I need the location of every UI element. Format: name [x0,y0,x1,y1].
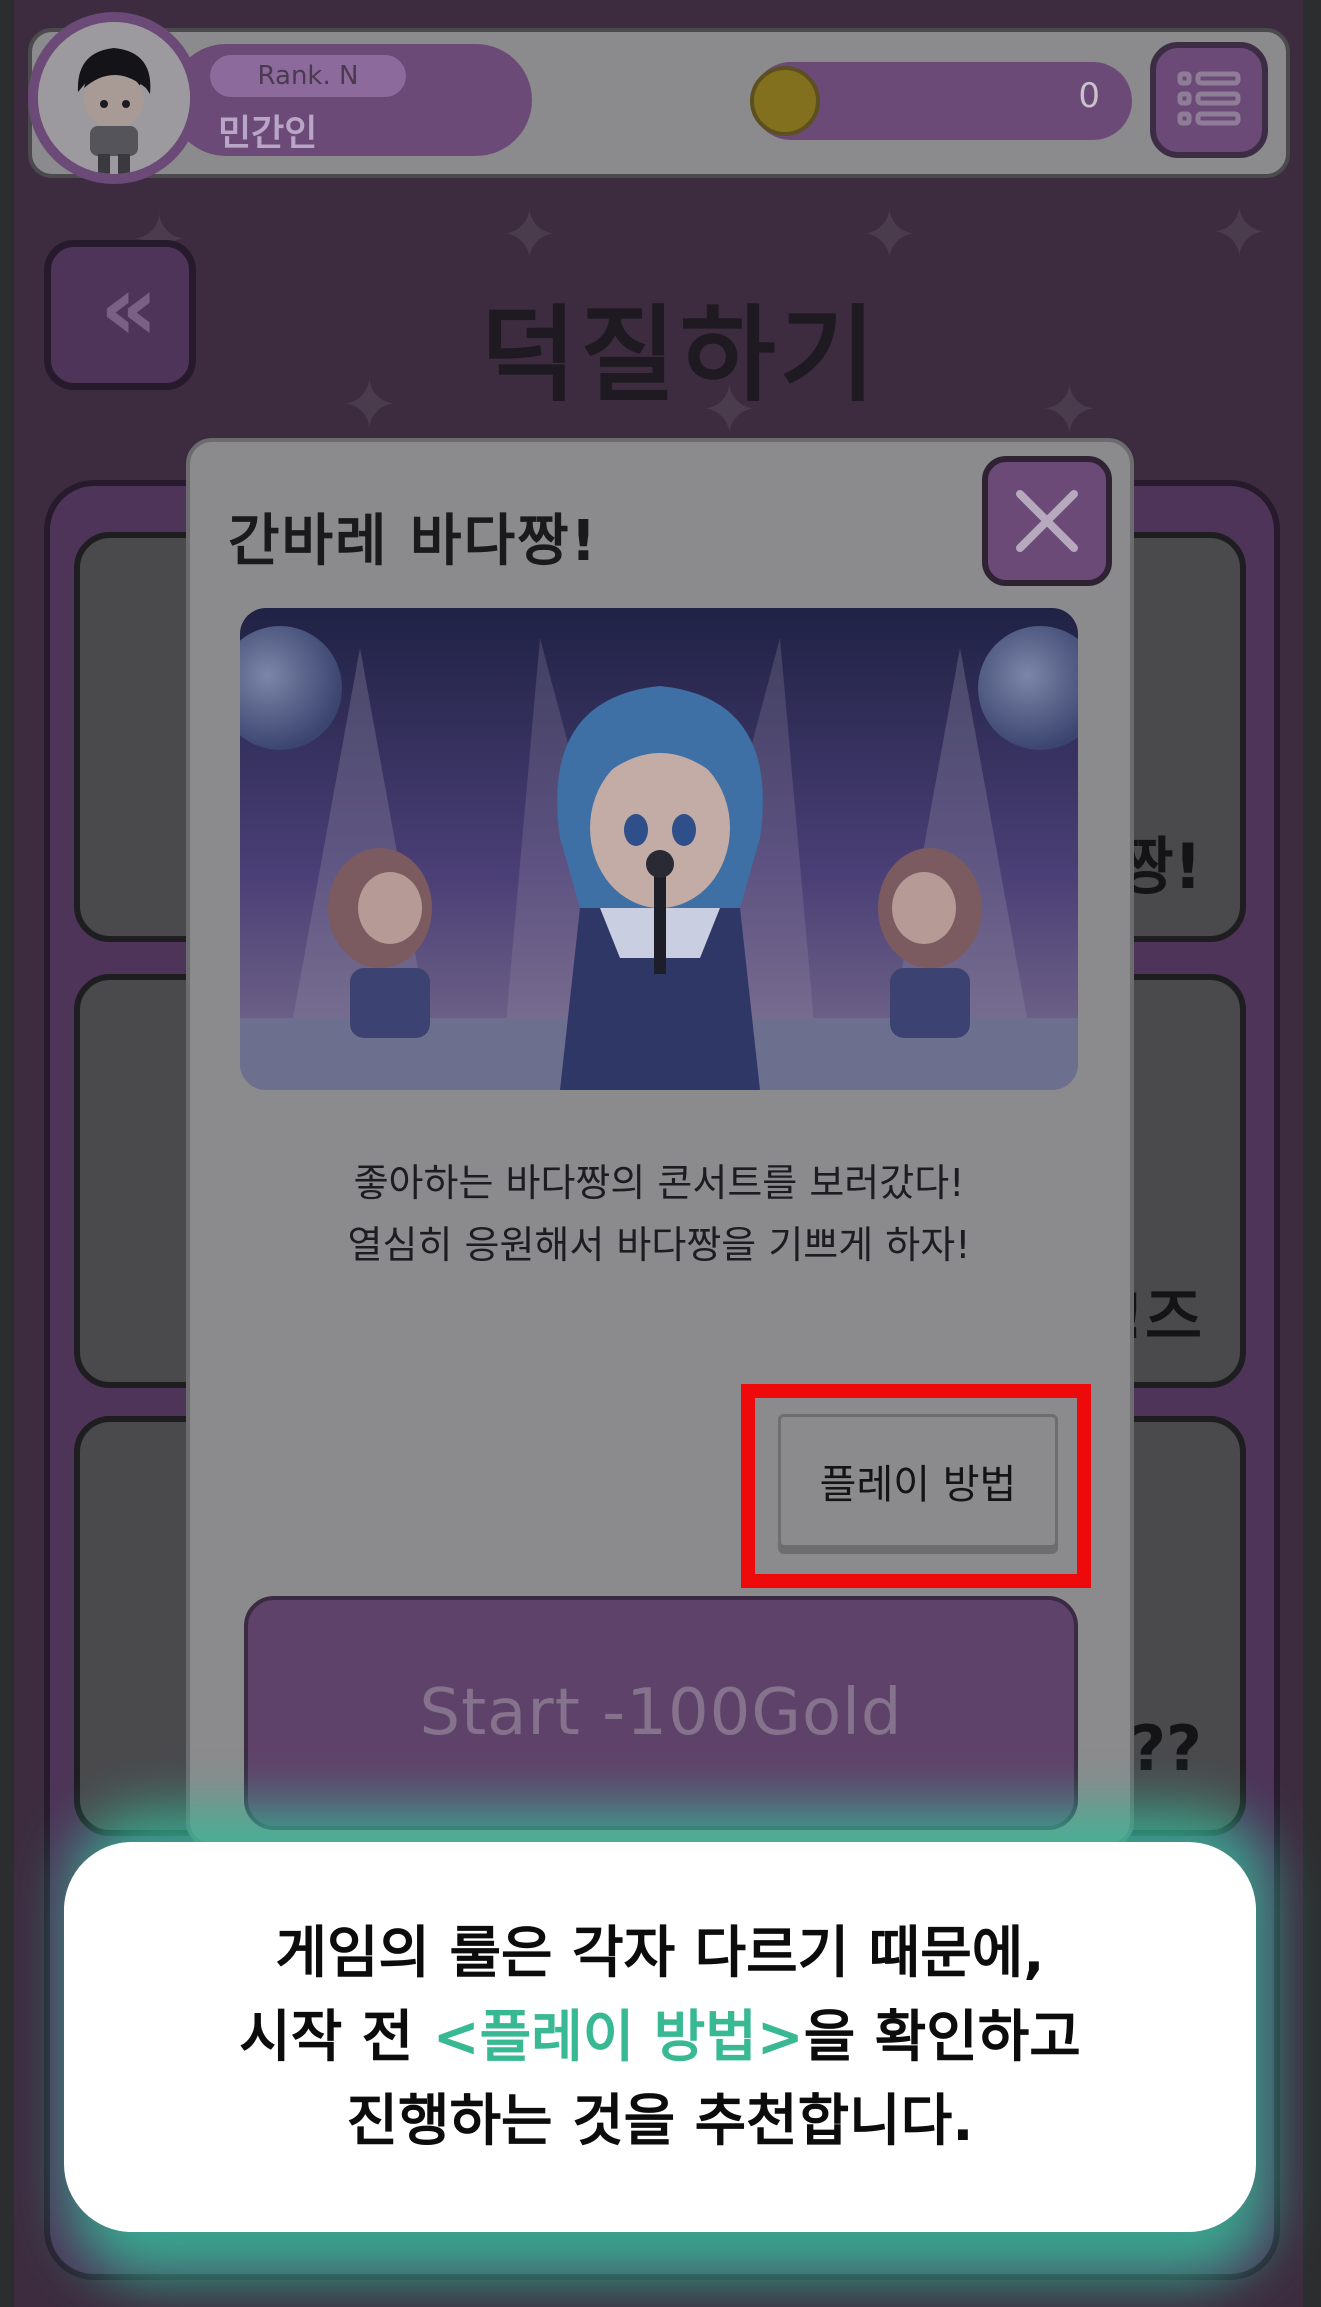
page-title: 덕질하기 [480,294,880,416]
user-title: 민간인 [218,113,318,154]
tutorial-text-line3: 진행하는 것을 추천합니다. [346,2089,974,2154]
sparkle-icon: ✦ [340,364,399,446]
menu-button[interactable] [1150,42,1268,158]
list-menu-icon [1177,71,1241,126]
modal-description-line1: 좋아하는 바다짱의 콘서트를 보러갔다! [353,1161,965,1205]
modal-description-line2: 열심히 응원해서 바다짱을 기쁘게 하자! [347,1223,971,1267]
rank-badge: Rank. N [210,55,406,97]
tutorial-highlight-box [741,1384,1091,1588]
concert-image [240,608,1078,1090]
tutorial-text-line2: 시작 전 <플레이 방법>을 확인하고 [64,1992,1256,2073]
gold-coin-icon [750,66,820,136]
avatar-character-icon [38,22,190,174]
avatar[interactable] [28,12,200,184]
list-item-label: ?? [1130,1712,1202,1785]
game-screen: Rank. N 민간인 0 ✦ ✦ ✦ ✦ ✦ ✦ ✦ « 덕질하기 짱! !즈… [0,0,1321,2307]
tutorial-text-line2-suffix: 을 확인하고 [803,2005,1081,2070]
sparkle-icon: ✦ [1040,369,1099,451]
back-button[interactable]: « [44,240,196,390]
close-x-icon [1016,490,1078,552]
double-chevron-left-icon: « [99,256,158,361]
modal-title: 간바레 바다짱! [228,509,599,574]
right-edge [1303,0,1321,2307]
concert-illustration [240,608,1078,1090]
sparkle-icon: ✦ [860,194,919,276]
gold-amount: 0 [1078,76,1100,116]
tutorial-text-line2-prefix: 시작 전 [239,2005,433,2070]
left-edge [0,0,14,2307]
tutorial-text-line1: 게임의 룰은 각자 다르기 때문에, [275,1921,1045,1986]
sparkle-icon: ✦ [1210,192,1269,274]
sparkle-icon: ✦ [500,194,559,276]
tutorial-highlight-text: <플레이 방법> [432,2005,804,2070]
start-game-button[interactable]: Start -100Gold [244,1596,1078,1830]
close-button[interactable] [982,456,1112,586]
